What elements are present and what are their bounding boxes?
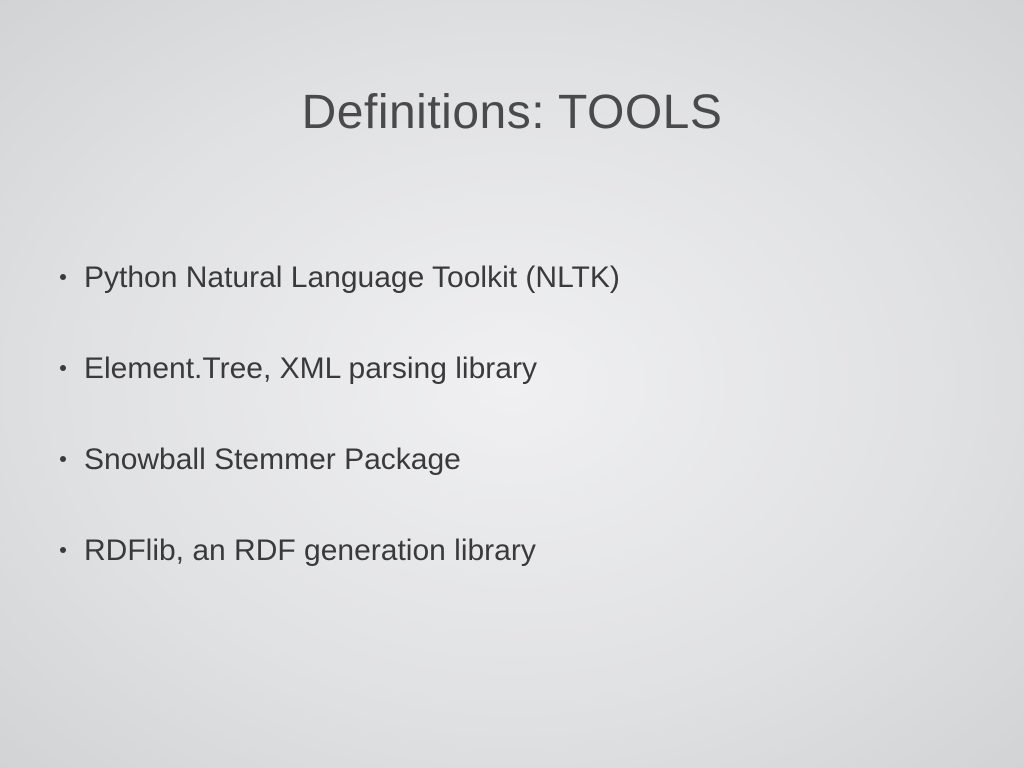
- bullet-text: Snowball Stemmer Package: [84, 440, 461, 479]
- bullet-text: Python Natural Language Toolkit (NLTK): [84, 258, 620, 297]
- list-item: Snowball Stemmer Package: [60, 440, 964, 479]
- slide-title: Definitions: TOOLS: [0, 85, 1024, 140]
- bullet-list: Python Natural Language Toolkit (NLTK) E…: [60, 258, 964, 622]
- bullet-icon: [60, 365, 66, 371]
- bullet-icon: [60, 274, 66, 280]
- list-item: Element.Tree, XML parsing library: [60, 349, 964, 388]
- bullet-text: Element.Tree, XML parsing library: [84, 349, 537, 388]
- bullet-icon: [60, 547, 66, 553]
- slide: Definitions: TOOLS Python Natural Langua…: [0, 0, 1024, 768]
- list-item: Python Natural Language Toolkit (NLTK): [60, 258, 964, 297]
- list-item: RDFlib, an RDF generation library: [60, 531, 964, 570]
- bullet-icon: [60, 456, 66, 462]
- bullet-text: RDFlib, an RDF generation library: [84, 531, 536, 570]
